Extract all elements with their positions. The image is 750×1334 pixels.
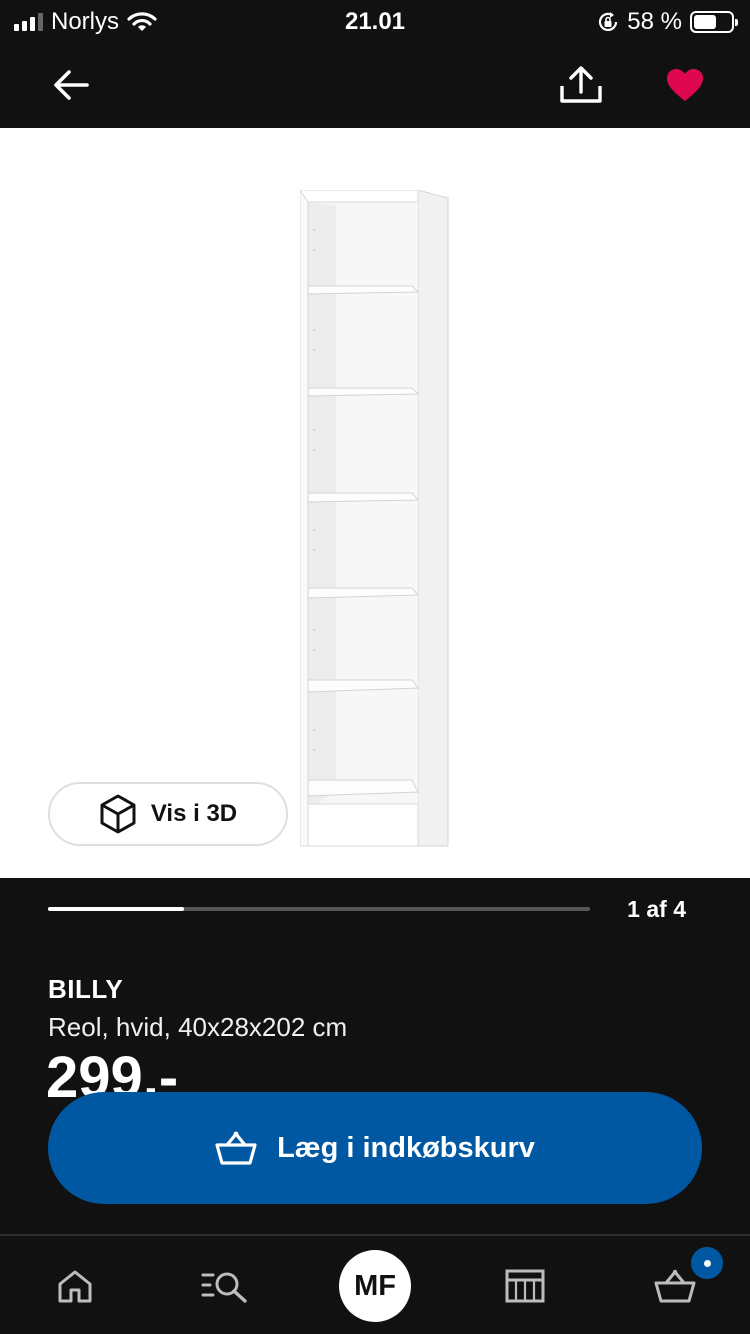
shopping-basket-icon xyxy=(215,1131,257,1165)
home-icon xyxy=(58,1270,92,1303)
product-image[interactable] xyxy=(300,190,450,850)
cart-badge xyxy=(689,1245,725,1281)
bottom-tab-bar: MF xyxy=(0,1234,750,1334)
carousel-progress-track[interactable] xyxy=(48,907,590,911)
view-in-3d-button[interactable]: Vis i 3D xyxy=(48,782,288,846)
back-button[interactable] xyxy=(46,60,96,110)
image-carousel-indicator: 1 af 4 xyxy=(0,878,750,940)
rotation-lock-icon xyxy=(599,12,618,31)
add-to-cart-button[interactable]: Læg i indkøbskurv xyxy=(48,1092,702,1204)
cube-3d-icon xyxy=(100,794,136,834)
product-name: BILLY xyxy=(48,974,124,1004)
search-icon xyxy=(201,1272,247,1303)
product-image-viewer[interactable]: Vis i 3D xyxy=(0,128,750,878)
share-button[interactable] xyxy=(556,60,606,110)
battery-icon xyxy=(690,11,738,33)
battery-percent: 58 % xyxy=(627,8,682,35)
product-info: BILLY Reol, hvid, 40x28x202 cm 299,- Læg… xyxy=(0,940,750,1234)
status-right: 58 % xyxy=(597,8,738,36)
tab-search[interactable] xyxy=(189,1250,261,1322)
add-to-cart-label: Læg i indkøbskurv xyxy=(277,1131,535,1164)
tab-profile[interactable]: MF xyxy=(339,1250,411,1322)
heart-icon xyxy=(667,69,703,101)
page-indicator: 1 af 4 xyxy=(627,896,686,922)
carousel-progress-fill xyxy=(48,907,184,911)
tab-store[interactable] xyxy=(489,1250,561,1322)
view-in-3d-label: Vis i 3D xyxy=(150,800,238,827)
status-bar: Norlys 21.01 58 % xyxy=(0,0,750,42)
favorite-button[interactable] xyxy=(660,60,710,110)
store-icon xyxy=(505,1269,545,1303)
back-arrow-icon xyxy=(54,70,89,100)
avatar: MF xyxy=(339,1250,411,1322)
product-description: Reol, hvid, 40x28x202 cm xyxy=(48,1012,348,1042)
tab-home[interactable] xyxy=(39,1250,111,1322)
top-nav xyxy=(0,42,750,128)
share-icon xyxy=(560,66,602,103)
shopping-basket-icon xyxy=(654,1269,696,1303)
